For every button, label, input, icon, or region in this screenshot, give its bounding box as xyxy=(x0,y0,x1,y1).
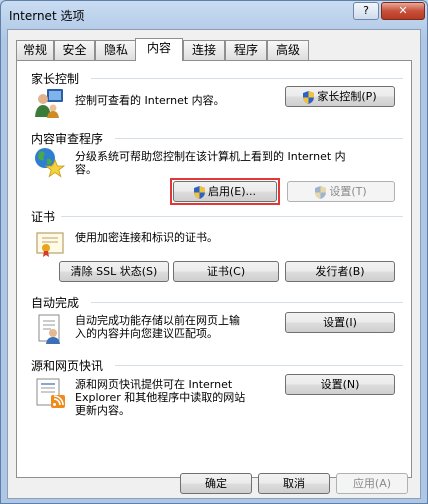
divider xyxy=(91,302,403,303)
group-title-certificates: 证书 xyxy=(31,210,56,224)
uac-shield-icon xyxy=(303,90,315,104)
autocomplete-description-line2: 入的内容并向您建议匹配项。 xyxy=(75,327,218,340)
divider xyxy=(115,365,403,366)
divider xyxy=(115,138,403,139)
uac-shield-icon xyxy=(315,185,327,199)
title-bar[interactable]: Internet 选项 ? ✕ xyxy=(1,1,427,29)
close-button[interactable]: ✕ xyxy=(381,2,425,20)
parental-controls-button-label: 家长控制(P) xyxy=(317,90,377,103)
clear-ssl-state-button[interactable]: 清除 SSL 状态(S) xyxy=(59,261,169,282)
autocomplete-description-line1: 自动完成功能存储以前在网页上输 xyxy=(75,314,240,327)
content-tab-panel: 家长控制 控制可查看的 Internet 内容。 家长控制(P) 内容审查程序 xyxy=(16,60,412,478)
feeds-description-line1: 源和网页快讯提供可在 Internet xyxy=(75,378,233,391)
publishers-button[interactable]: 发行者(B) xyxy=(285,261,395,282)
group-title-autocomplete: 自动完成 xyxy=(31,296,80,310)
apply-button[interactable]: 应用(A) xyxy=(336,473,408,494)
highlight-box xyxy=(170,178,280,205)
cancel-button[interactable]: 取消 xyxy=(258,473,330,494)
tab-privacy[interactable]: 隐私 xyxy=(95,40,137,60)
feeds-description-line2: Explorer 和其他程序中读取的网站 xyxy=(75,391,246,404)
tab-general[interactable]: 常规 xyxy=(16,40,54,60)
tab-content[interactable]: 内容 xyxy=(135,38,183,61)
parental-controls-button[interactable]: 家长控制(P) xyxy=(285,86,395,107)
tab-connections[interactable]: 连接 xyxy=(183,40,225,60)
window-title: Internet 选项 xyxy=(9,9,85,23)
advisor-settings-button[interactable]: 设置(T) xyxy=(287,181,395,202)
autocomplete-settings-button[interactable]: 设置(I) xyxy=(285,312,395,333)
certificates-description: 使用加密连接和标识的证书。 xyxy=(75,231,218,244)
advisor-settings-button-label: 设置(T) xyxy=(329,185,367,198)
ok-button[interactable]: 确定 xyxy=(180,473,252,494)
content-advisor-globe-icon xyxy=(35,148,65,178)
tab-advanced[interactable]: 高级 xyxy=(267,40,309,60)
internet-options-window: Internet 选项 ? ✕ 常规 安全 隐私 内容 连接 程序 高级 家长控… xyxy=(0,0,428,504)
dialog-client: 常规 安全 隐私 内容 连接 程序 高级 家长控制 控制可查看的 Interne… xyxy=(7,29,421,499)
autocomplete-icon xyxy=(38,314,60,344)
feeds-description-line3: 更新内容。 xyxy=(75,404,130,417)
group-title-parental: 家长控制 xyxy=(31,72,80,86)
parental-controls-icon xyxy=(35,89,63,118)
advisor-description-line2: 容。 xyxy=(75,163,97,176)
tab-security[interactable]: 安全 xyxy=(54,40,95,60)
group-title-feeds: 源和网页快讯 xyxy=(31,359,104,373)
divider xyxy=(91,78,403,79)
advisor-description-line1: 分级系统可帮助您控制在该计算机上看到的 Internet 内 xyxy=(75,150,346,163)
feeds-settings-button[interactable]: 设置(N) xyxy=(285,374,395,395)
certificates-button[interactable]: 证书(C) xyxy=(173,261,279,282)
parental-description: 控制可查看的 Internet 内容。 xyxy=(75,94,225,107)
divider xyxy=(61,216,403,217)
group-title-content-advisor: 内容审查程序 xyxy=(31,132,104,146)
certificate-icon xyxy=(36,232,64,257)
tab-programs[interactable]: 程序 xyxy=(225,40,267,60)
feeds-icon xyxy=(36,378,65,408)
help-button[interactable]: ? xyxy=(353,2,379,20)
